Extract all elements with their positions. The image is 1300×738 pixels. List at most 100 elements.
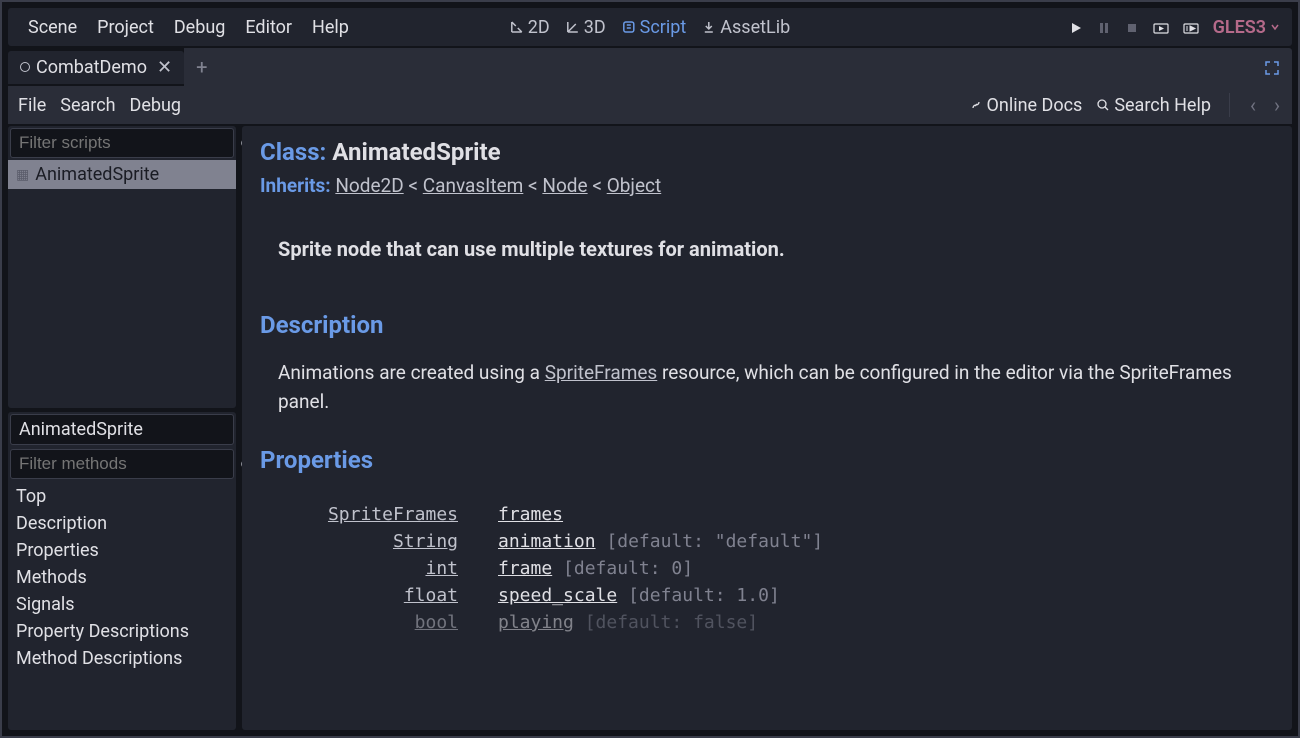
search-menu[interactable]: Search [60,95,115,116]
view-3d-label: 3D [584,17,606,38]
outline-methods[interactable]: Methods [16,564,228,591]
inherit-link-object[interactable]: Object [607,174,662,197]
prop-type-link[interactable]: bool [415,612,458,633]
stop-button[interactable] [1125,18,1139,37]
filter-scripts-input[interactable] [19,133,240,153]
prop-type-link[interactable]: SpriteFrames [328,504,458,525]
script-toolbar-left: File Search Debug [18,95,181,116]
debug-menu[interactable]: Debug [130,95,182,116]
menu-scene[interactable]: Scene [18,11,87,44]
inherit-link-node2d[interactable]: Node2D [335,174,403,197]
prop-name-link[interactable]: frame [498,558,552,579]
class-title: Class: AnimatedSprite [260,138,1274,166]
menu-editor[interactable]: Editor [235,11,302,44]
script-toolbar: File Search Debug Online Docs Search Hel… [8,86,1292,124]
view-script-label: Script [640,17,687,38]
inherit-sep: < [592,174,606,197]
prop-default: [default: 0] [563,558,693,579]
prop-default: [default: 1.0] [628,585,780,606]
inherits-keyword: Inherits: [260,174,331,197]
outline-list[interactable]: Top Description Properties Methods Signa… [8,481,236,730]
search-help-icon [1096,98,1110,112]
script-icon [622,20,636,34]
desc-pre: Animations are created using a [278,361,545,384]
desc-link-spriteframes[interactable]: SpriteFrames [545,361,658,384]
section-description-heading: Description [260,311,1274,339]
main-area: ▦ AnimatedSprite AnimatedSprite Top Desc… [8,126,1292,730]
download-icon [702,20,716,34]
script-list: ▦ AnimatedSprite [8,160,236,408]
play-custom-button[interactable] [1183,18,1199,37]
play-scene-button[interactable] [1153,18,1169,37]
member-header: AnimatedSprite [10,414,234,445]
link-icon [969,98,983,112]
renderer-selector[interactable]: GLES3 [1213,17,1280,38]
view-2d-label: 2D [528,17,550,38]
property-row: bool playing [default: false] [278,612,1274,633]
brief-description: Sprite node that can use multiple textur… [278,237,1274,261]
class-keyword: Class: [260,138,326,166]
search-help-label: Search Help [1114,95,1211,116]
script-item-label: AnimatedSprite [35,164,159,185]
main-menubar: Scene Project Debug Editor Help 2D 3D Sc… [8,8,1292,46]
arrow-2d-icon [510,20,524,34]
add-tab-button[interactable]: + [196,55,207,79]
menu-project[interactable]: Project [87,11,164,44]
file-menu[interactable]: File [18,95,46,116]
script-sidebar: ▦ AnimatedSprite AnimatedSprite Top Desc… [8,126,236,730]
inherit-sep: < [528,174,542,197]
view-assetlib[interactable]: AssetLib [702,17,790,38]
prop-type-link[interactable]: float [404,585,458,606]
menubar-right: GLES3 [1069,17,1292,38]
view-script[interactable]: Script [622,17,687,38]
view-switcher: 2D 3D Script AssetLib [510,17,790,38]
filter-methods-input[interactable] [19,454,240,474]
menu-debug[interactable]: Debug [164,11,236,44]
scene-tab[interactable]: CombatDemo ✕ [8,51,184,84]
play-button[interactable] [1069,18,1083,37]
renderer-label: GLES3 [1213,17,1266,38]
view-2d[interactable]: 2D [510,17,550,38]
view-3d[interactable]: 3D [566,17,606,38]
class-name: AnimatedSprite [332,138,500,166]
prop-type-link[interactable]: String [393,531,458,552]
inherit-sep: < [408,174,422,197]
nav-forward-button[interactable]: › [1272,93,1282,117]
prop-default: [default: false] [585,612,758,633]
distraction-free-button[interactable] [1264,58,1280,77]
outline-prop-desc[interactable]: Property Descriptions [16,618,228,645]
outline-method-desc[interactable]: Method Descriptions [16,645,228,672]
doc-viewer[interactable]: Class: AnimatedSprite Inherits: Node2D <… [242,126,1292,730]
doc-icon: ▦ [16,167,29,183]
property-row: float speed_scale [default: 1.0] [278,585,1274,606]
prop-name-link[interactable]: playing [498,612,574,633]
outline-signals[interactable]: Signals [16,591,228,618]
close-icon[interactable]: ✕ [157,57,172,78]
menu-help[interactable]: Help [302,11,359,44]
filter-scripts-box[interactable] [10,128,234,158]
inherits-line: Inherits: Node2D < CanvasItem < Node < O… [260,174,1274,197]
script-list-item[interactable]: ▦ AnimatedSprite [8,160,236,189]
nav-back-button[interactable]: ‹ [1248,93,1258,117]
inherit-link-node[interactable]: Node [542,174,587,197]
prop-name-link[interactable]: frames [498,504,563,525]
prop-name-link[interactable]: speed_scale [498,585,617,606]
prop-default: [default: "default"] [606,531,823,552]
online-docs-button[interactable]: Online Docs [969,95,1083,116]
description-text: Animations are created using a SpriteFra… [278,359,1274,416]
view-assetlib-label: AssetLib [720,17,790,38]
search-help-button[interactable]: Search Help [1096,95,1211,116]
prop-name-link[interactable]: animation [498,531,596,552]
properties-table: SpriteFrames frames String animation [de… [278,504,1274,633]
inherit-link-canvasitem[interactable]: CanvasItem [423,174,524,197]
prop-type-link[interactable]: int [425,558,458,579]
tabbar-background: + [184,48,1292,86]
scene-modified-icon [20,62,30,72]
filter-methods-box[interactable] [10,449,234,479]
outline-description[interactable]: Description [16,510,228,537]
property-row: String animation [default: "default"] [278,531,1274,552]
outline-top[interactable]: Top [16,483,228,510]
outline-properties[interactable]: Properties [16,537,228,564]
scripts-panel: ▦ AnimatedSprite [8,126,236,408]
pause-button[interactable] [1097,18,1111,37]
